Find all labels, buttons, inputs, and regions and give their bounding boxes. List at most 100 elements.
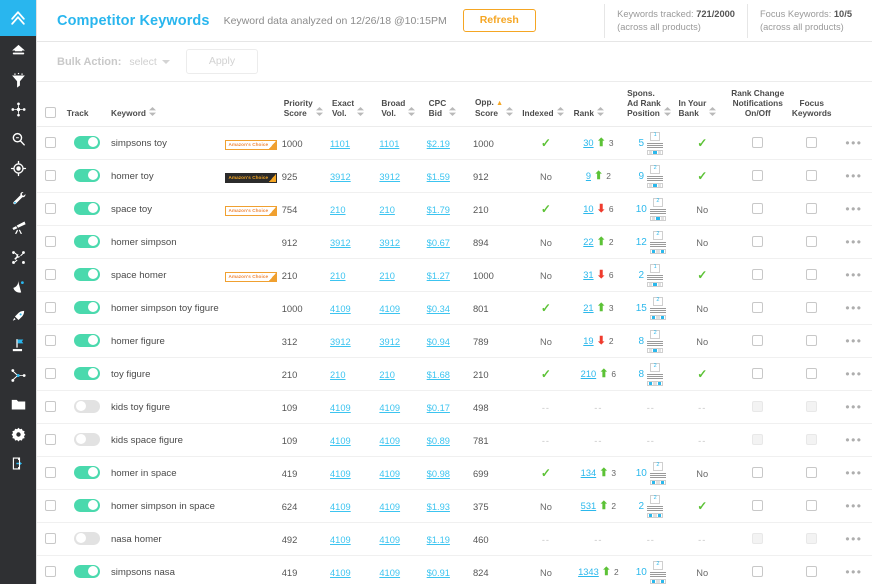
sort-icon[interactable] xyxy=(315,107,323,118)
cpc-bid-link[interactable]: $1.59 xyxy=(427,172,450,182)
exact-vol-link[interactable]: 3912 xyxy=(330,337,351,347)
rank-change-notification-checkbox[interactable] xyxy=(752,268,764,280)
ad-placement-thumbnail-icon[interactable]: 1 xyxy=(647,263,664,288)
exact-vol-link[interactable]: 4109 xyxy=(330,304,351,314)
sort-icon[interactable] xyxy=(357,107,365,118)
th-priority-score[interactable]: Priority Score xyxy=(281,82,331,128)
row-checkbox[interactable] xyxy=(45,334,57,346)
sidebar-item-home[interactable] xyxy=(0,36,36,66)
th-rank[interactable]: Rank xyxy=(571,82,626,128)
row-actions-menu[interactable]: ••• xyxy=(845,532,862,546)
rank-link[interactable]: 9 xyxy=(586,171,591,181)
exact-vol-link[interactable]: 4109 xyxy=(330,535,351,545)
ad-placement-thumbnail-icon[interactable]: 2 xyxy=(649,296,666,321)
focus-keyword-checkbox[interactable] xyxy=(806,301,818,313)
rank-change-notification-checkbox[interactable] xyxy=(752,499,764,511)
rank-change-notification-checkbox[interactable] xyxy=(752,202,764,214)
track-toggle[interactable] xyxy=(73,432,100,446)
ad-placement-thumbnail-icon[interactable]: 2 xyxy=(649,230,666,255)
track-toggle[interactable] xyxy=(73,267,100,281)
row-checkbox[interactable] xyxy=(45,400,57,412)
sidebar-item-settings[interactable] xyxy=(0,420,36,450)
focus-keyword-checkbox[interactable] xyxy=(806,466,818,478)
ad-placement-thumbnail-icon[interactable]: 2 xyxy=(649,461,666,486)
broad-vol-link[interactable]: 210 xyxy=(379,271,395,281)
broad-vol-link[interactable]: 3912 xyxy=(379,172,400,182)
sidebar-item-campaigns[interactable] xyxy=(0,331,36,361)
th-in-your-bank[interactable]: In Your Bank xyxy=(676,82,728,128)
broad-vol-link[interactable]: 210 xyxy=(379,370,395,380)
rank-change-notification-checkbox[interactable] xyxy=(752,136,764,148)
ad-placement-thumbnail-icon[interactable]: 2 xyxy=(647,329,664,354)
sidebar-item-automation[interactable] xyxy=(0,243,36,273)
broad-vol-link[interactable]: 4109 xyxy=(379,469,400,479)
row-checkbox[interactable] xyxy=(45,301,57,313)
broad-vol-link[interactable]: 3912 xyxy=(379,238,400,248)
sidebar-item-files[interactable] xyxy=(0,390,36,420)
sort-icon[interactable] xyxy=(149,107,156,118)
row-checkbox[interactable] xyxy=(45,169,57,181)
sidebar-item-telescope[interactable] xyxy=(0,213,36,243)
cpc-bid-link[interactable]: $0.34 xyxy=(427,304,450,314)
ad-placement-thumbnail-icon[interactable]: 2 xyxy=(647,164,664,189)
sort-icon[interactable] xyxy=(596,107,604,118)
rank-change-notification-checkbox[interactable] xyxy=(752,301,764,313)
focus-keyword-checkbox[interactable] xyxy=(806,367,818,379)
focus-keyword-checkbox[interactable] xyxy=(806,235,818,247)
track-toggle[interactable] xyxy=(73,564,100,578)
focus-keyword-checkbox[interactable] xyxy=(806,202,818,214)
cpc-bid-link[interactable]: $0.89 xyxy=(427,436,450,446)
cpc-bid-link[interactable]: $1.93 xyxy=(427,502,450,512)
row-checkbox[interactable] xyxy=(45,202,57,214)
rank-link[interactable]: 19 xyxy=(583,336,593,346)
cpc-bid-link[interactable]: $1.68 xyxy=(427,370,450,380)
row-checkbox[interactable] xyxy=(45,268,57,280)
row-actions-menu[interactable]: ••• xyxy=(845,367,862,381)
row-checkbox[interactable] xyxy=(45,532,57,544)
row-checkbox[interactable] xyxy=(45,433,57,445)
row-checkbox[interactable] xyxy=(45,499,57,511)
th-opp-score[interactable]: Opp. ▲ Score xyxy=(472,82,521,128)
ad-placement-thumbnail-icon[interactable]: 2 xyxy=(649,197,666,222)
ad-placement-thumbnail-icon[interactable]: 2 xyxy=(649,560,666,584)
focus-keyword-checkbox[interactable] xyxy=(806,499,818,511)
cpc-bid-link[interactable]: $0.67 xyxy=(427,238,450,248)
exact-vol-link[interactable]: 210 xyxy=(330,271,346,281)
cpc-bid-link[interactable]: $0.94 xyxy=(427,337,450,347)
cpc-bid-link[interactable]: $0.98 xyxy=(427,469,450,479)
cpc-bid-link[interactable]: $2.19 xyxy=(427,139,450,149)
track-toggle[interactable] xyxy=(73,531,100,545)
rank-change-notification-checkbox[interactable] xyxy=(752,565,764,577)
sort-icon[interactable] xyxy=(663,107,671,118)
rank-change-notification-checkbox[interactable] xyxy=(752,334,764,346)
rank-change-notification-checkbox[interactable] xyxy=(752,466,764,478)
row-actions-menu[interactable]: ••• xyxy=(845,268,862,282)
th-spons-ad-rank-position[interactable]: Spons. Ad Rank Position xyxy=(625,82,677,128)
row-checkbox[interactable] xyxy=(45,136,57,148)
sidebar-item-tools[interactable] xyxy=(0,184,36,214)
row-checkbox[interactable] xyxy=(45,466,57,478)
rank-change-notification-checkbox[interactable] xyxy=(752,235,764,247)
app-logo[interactable] xyxy=(0,0,36,36)
sidebar-item-share[interactable] xyxy=(0,361,36,391)
row-checkbox[interactable] xyxy=(45,235,57,247)
exact-vol-link[interactable]: 3912 xyxy=(330,172,351,182)
sort-icon[interactable] xyxy=(556,107,564,118)
cpc-bid-link[interactable]: $0.17 xyxy=(427,403,450,413)
focus-keyword-checkbox[interactable] xyxy=(806,136,818,148)
exact-vol-link[interactable]: 210 xyxy=(330,205,346,215)
exact-vol-link[interactable]: 4109 xyxy=(330,436,351,446)
broad-vol-link[interactable]: 210 xyxy=(379,205,395,215)
sort-icon[interactable] xyxy=(449,107,457,118)
exact-vol-link[interactable]: 4109 xyxy=(330,568,351,578)
rank-link[interactable]: 30 xyxy=(583,138,593,148)
rank-change-notification-checkbox[interactable] xyxy=(752,169,764,181)
cpc-bid-link[interactable]: $0.91 xyxy=(427,568,450,578)
row-actions-menu[interactable]: ••• xyxy=(845,400,862,414)
th-broad-vol[interactable]: Broad Vol. xyxy=(379,82,427,128)
exact-vol-link[interactable]: 4109 xyxy=(330,403,351,413)
cpc-bid-link[interactable]: $1.19 xyxy=(427,535,450,545)
track-toggle[interactable] xyxy=(73,366,100,380)
broad-vol-link[interactable]: 4109 xyxy=(379,535,400,545)
row-actions-menu[interactable]: ••• xyxy=(845,169,862,183)
